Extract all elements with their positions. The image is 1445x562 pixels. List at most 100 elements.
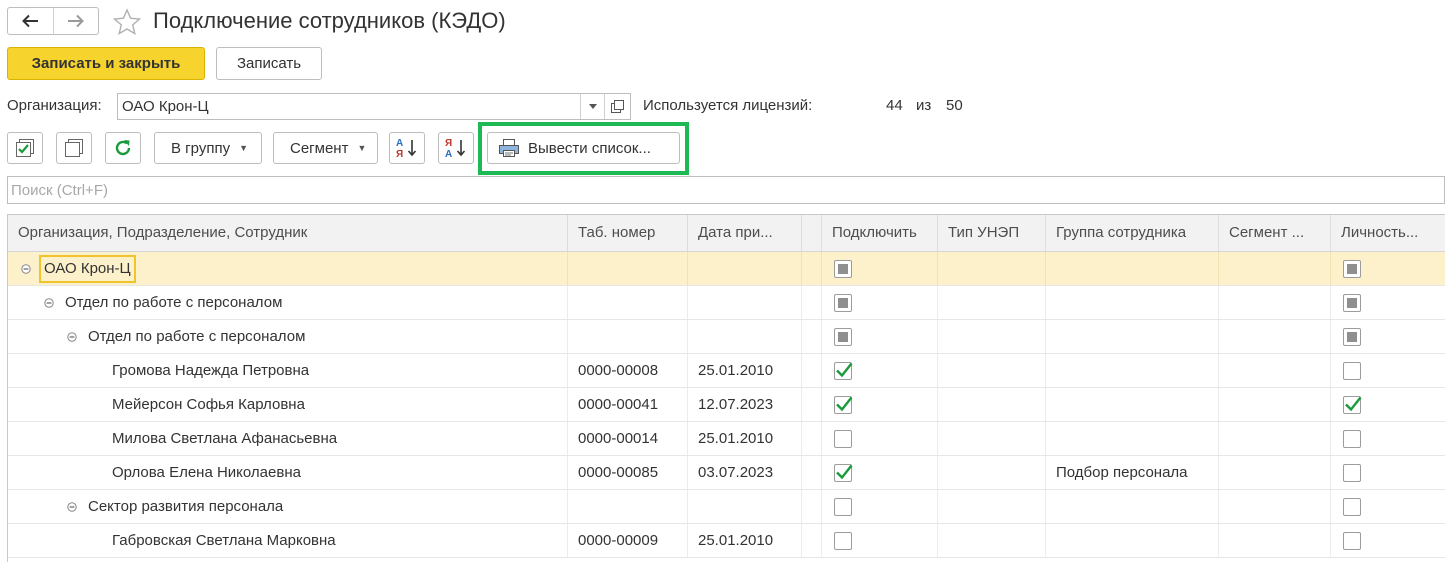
connect-checkbox[interactable] — [834, 430, 852, 448]
save-button[interactable]: Записать — [216, 47, 322, 80]
connect-checkbox[interactable] — [834, 294, 852, 312]
table-row[interactable]: Милова Светлана Афанасьевна 0000-00014 25.… — [8, 422, 1445, 456]
sort-descending-icon: Я А — [445, 138, 466, 159]
personal-checkbox[interactable] — [1343, 362, 1361, 380]
column-divider — [1330, 490, 1331, 523]
uncheck-all-button[interactable] — [56, 132, 92, 164]
personal-checkbox[interactable] — [1343, 294, 1361, 312]
connect-checkbox[interactable] — [834, 532, 852, 550]
organization-open-button[interactable] — [604, 94, 630, 119]
column-header-signature-type[interactable]: Тип УНЭП — [938, 215, 1046, 251]
column-divider — [1045, 490, 1046, 523]
row-hire-date: 25.01.2010 — [698, 532, 774, 549]
print-list-label: Вывести список... — [528, 139, 651, 157]
column-divider — [1045, 354, 1046, 387]
column-header-segment[interactable]: Сегмент ... — [1219, 215, 1331, 251]
printer-icon — [499, 139, 519, 157]
connect-checkbox[interactable] — [834, 498, 852, 516]
column-divider — [1045, 524, 1046, 557]
column-divider — [937, 354, 938, 387]
check-all-button[interactable] — [7, 132, 43, 164]
column-divider — [1218, 320, 1219, 353]
favorite-star-icon[interactable] — [112, 8, 142, 36]
column-header-employee-group[interactable]: Группа сотрудника — [1046, 215, 1219, 251]
sort-ascending-button[interactable]: А Я — [389, 132, 425, 164]
column-divider — [1330, 320, 1331, 353]
personal-checkbox[interactable] — [1343, 328, 1361, 346]
column-divider — [821, 252, 822, 285]
uncheck-all-icon — [65, 139, 83, 157]
personal-checkbox[interactable] — [1343, 532, 1361, 550]
back-button[interactable] — [8, 8, 53, 34]
save-and-close-button[interactable]: Записать и закрыть — [7, 47, 205, 80]
personal-checkbox[interactable] — [1343, 498, 1361, 516]
column-divider — [1045, 456, 1046, 489]
column-divider — [801, 422, 802, 455]
column-divider — [821, 286, 822, 319]
open-window-icon — [611, 100, 624, 113]
table-row[interactable]: Мейерсон Софья Карловна 0000-00041 12.07.2… — [8, 388, 1445, 422]
column-divider — [801, 490, 802, 523]
print-list-button[interactable]: Вывести список... — [487, 132, 680, 164]
sort-descending-button[interactable]: Я А — [438, 132, 474, 164]
column-divider — [687, 354, 688, 387]
column-divider — [801, 320, 802, 353]
employees-table: Организация, Подразделение, Сотрудник Та… — [7, 214, 1445, 562]
column-divider — [567, 286, 568, 319]
collapse-icon[interactable] — [66, 320, 78, 353]
table-row[interactable]: Громова Надежда Петровна 0000-00008 25.01.… — [8, 354, 1445, 388]
refresh-button[interactable] — [105, 132, 141, 164]
table-row[interactable]: Отдел по работе с персоналом — [8, 286, 1445, 320]
column-divider — [937, 456, 938, 489]
connect-checkbox[interactable] — [834, 328, 852, 346]
column-divider — [567, 422, 568, 455]
organization-dropdown-button[interactable] — [580, 94, 604, 119]
checkmark-icon — [836, 362, 853, 378]
forward-button[interactable] — [52, 8, 98, 34]
organization-label: Организация: — [7, 97, 102, 114]
segment-label: Сегмент — [290, 139, 349, 157]
segment-dropdown[interactable]: Сегмент ▼ — [273, 132, 378, 164]
table-row[interactable]: Сектор развития персонала — [8, 490, 1445, 524]
column-header-tab-number[interactable]: Таб. номер — [568, 215, 688, 251]
personal-checkbox[interactable] — [1343, 464, 1361, 482]
column-header-spacer — [802, 215, 822, 251]
column-divider — [687, 490, 688, 523]
column-divider — [1330, 252, 1331, 285]
organization-value[interactable]: ОАО Крон-Ц — [118, 98, 580, 115]
connect-checkbox[interactable] — [834, 260, 852, 278]
to-group-dropdown[interactable]: В группу ▼ — [154, 132, 262, 164]
table-row[interactable]: Габровская Светлана Марковна 0000-00009 25… — [8, 524, 1445, 558]
column-header-name[interactable]: Организация, Подразделение, Сотрудник — [8, 215, 568, 251]
table-row[interactable]: Отдел по работе с персоналом — [8, 320, 1445, 354]
organization-field[interactable]: ОАО Крон-Ц — [117, 93, 631, 120]
column-header-connect[interactable]: Подключить — [822, 215, 938, 251]
column-divider — [1330, 524, 1331, 557]
search-input[interactable] — [7, 176, 1445, 204]
table-row[interactable]: ОАО Крон-Ц — [8, 252, 1445, 286]
caret-down-icon: ▼ — [239, 143, 248, 153]
collapse-icon[interactable] — [43, 286, 55, 319]
column-divider — [937, 320, 938, 353]
column-divider — [801, 524, 802, 557]
license-total: 50 — [946, 97, 963, 114]
collapse-icon[interactable] — [20, 252, 32, 285]
connect-checkbox[interactable] — [834, 464, 853, 482]
row-tab-number: 0000-00009 — [578, 532, 659, 549]
column-divider — [687, 524, 688, 557]
to-group-label: В группу — [171, 139, 231, 157]
column-divider — [687, 388, 688, 421]
column-header-personal[interactable]: Личность... — [1331, 215, 1445, 251]
connect-checkbox[interactable] — [834, 396, 853, 414]
personal-checkbox[interactable] — [1343, 260, 1361, 278]
connect-checkbox[interactable] — [834, 362, 853, 380]
personal-checkbox[interactable] — [1343, 430, 1361, 448]
row-hire-date: 25.01.2010 — [698, 362, 774, 379]
personal-checkbox[interactable] — [1343, 396, 1362, 414]
arrow-right-icon — [67, 14, 84, 28]
row-name: Орлова Елена Николаевна — [112, 464, 301, 481]
column-divider — [1218, 354, 1219, 387]
column-header-hire-date[interactable]: Дата при... — [688, 215, 802, 251]
collapse-icon[interactable] — [66, 490, 78, 523]
table-row[interactable]: Орлова Елена Николаевна 0000-00085 03.07.2… — [8, 456, 1445, 490]
